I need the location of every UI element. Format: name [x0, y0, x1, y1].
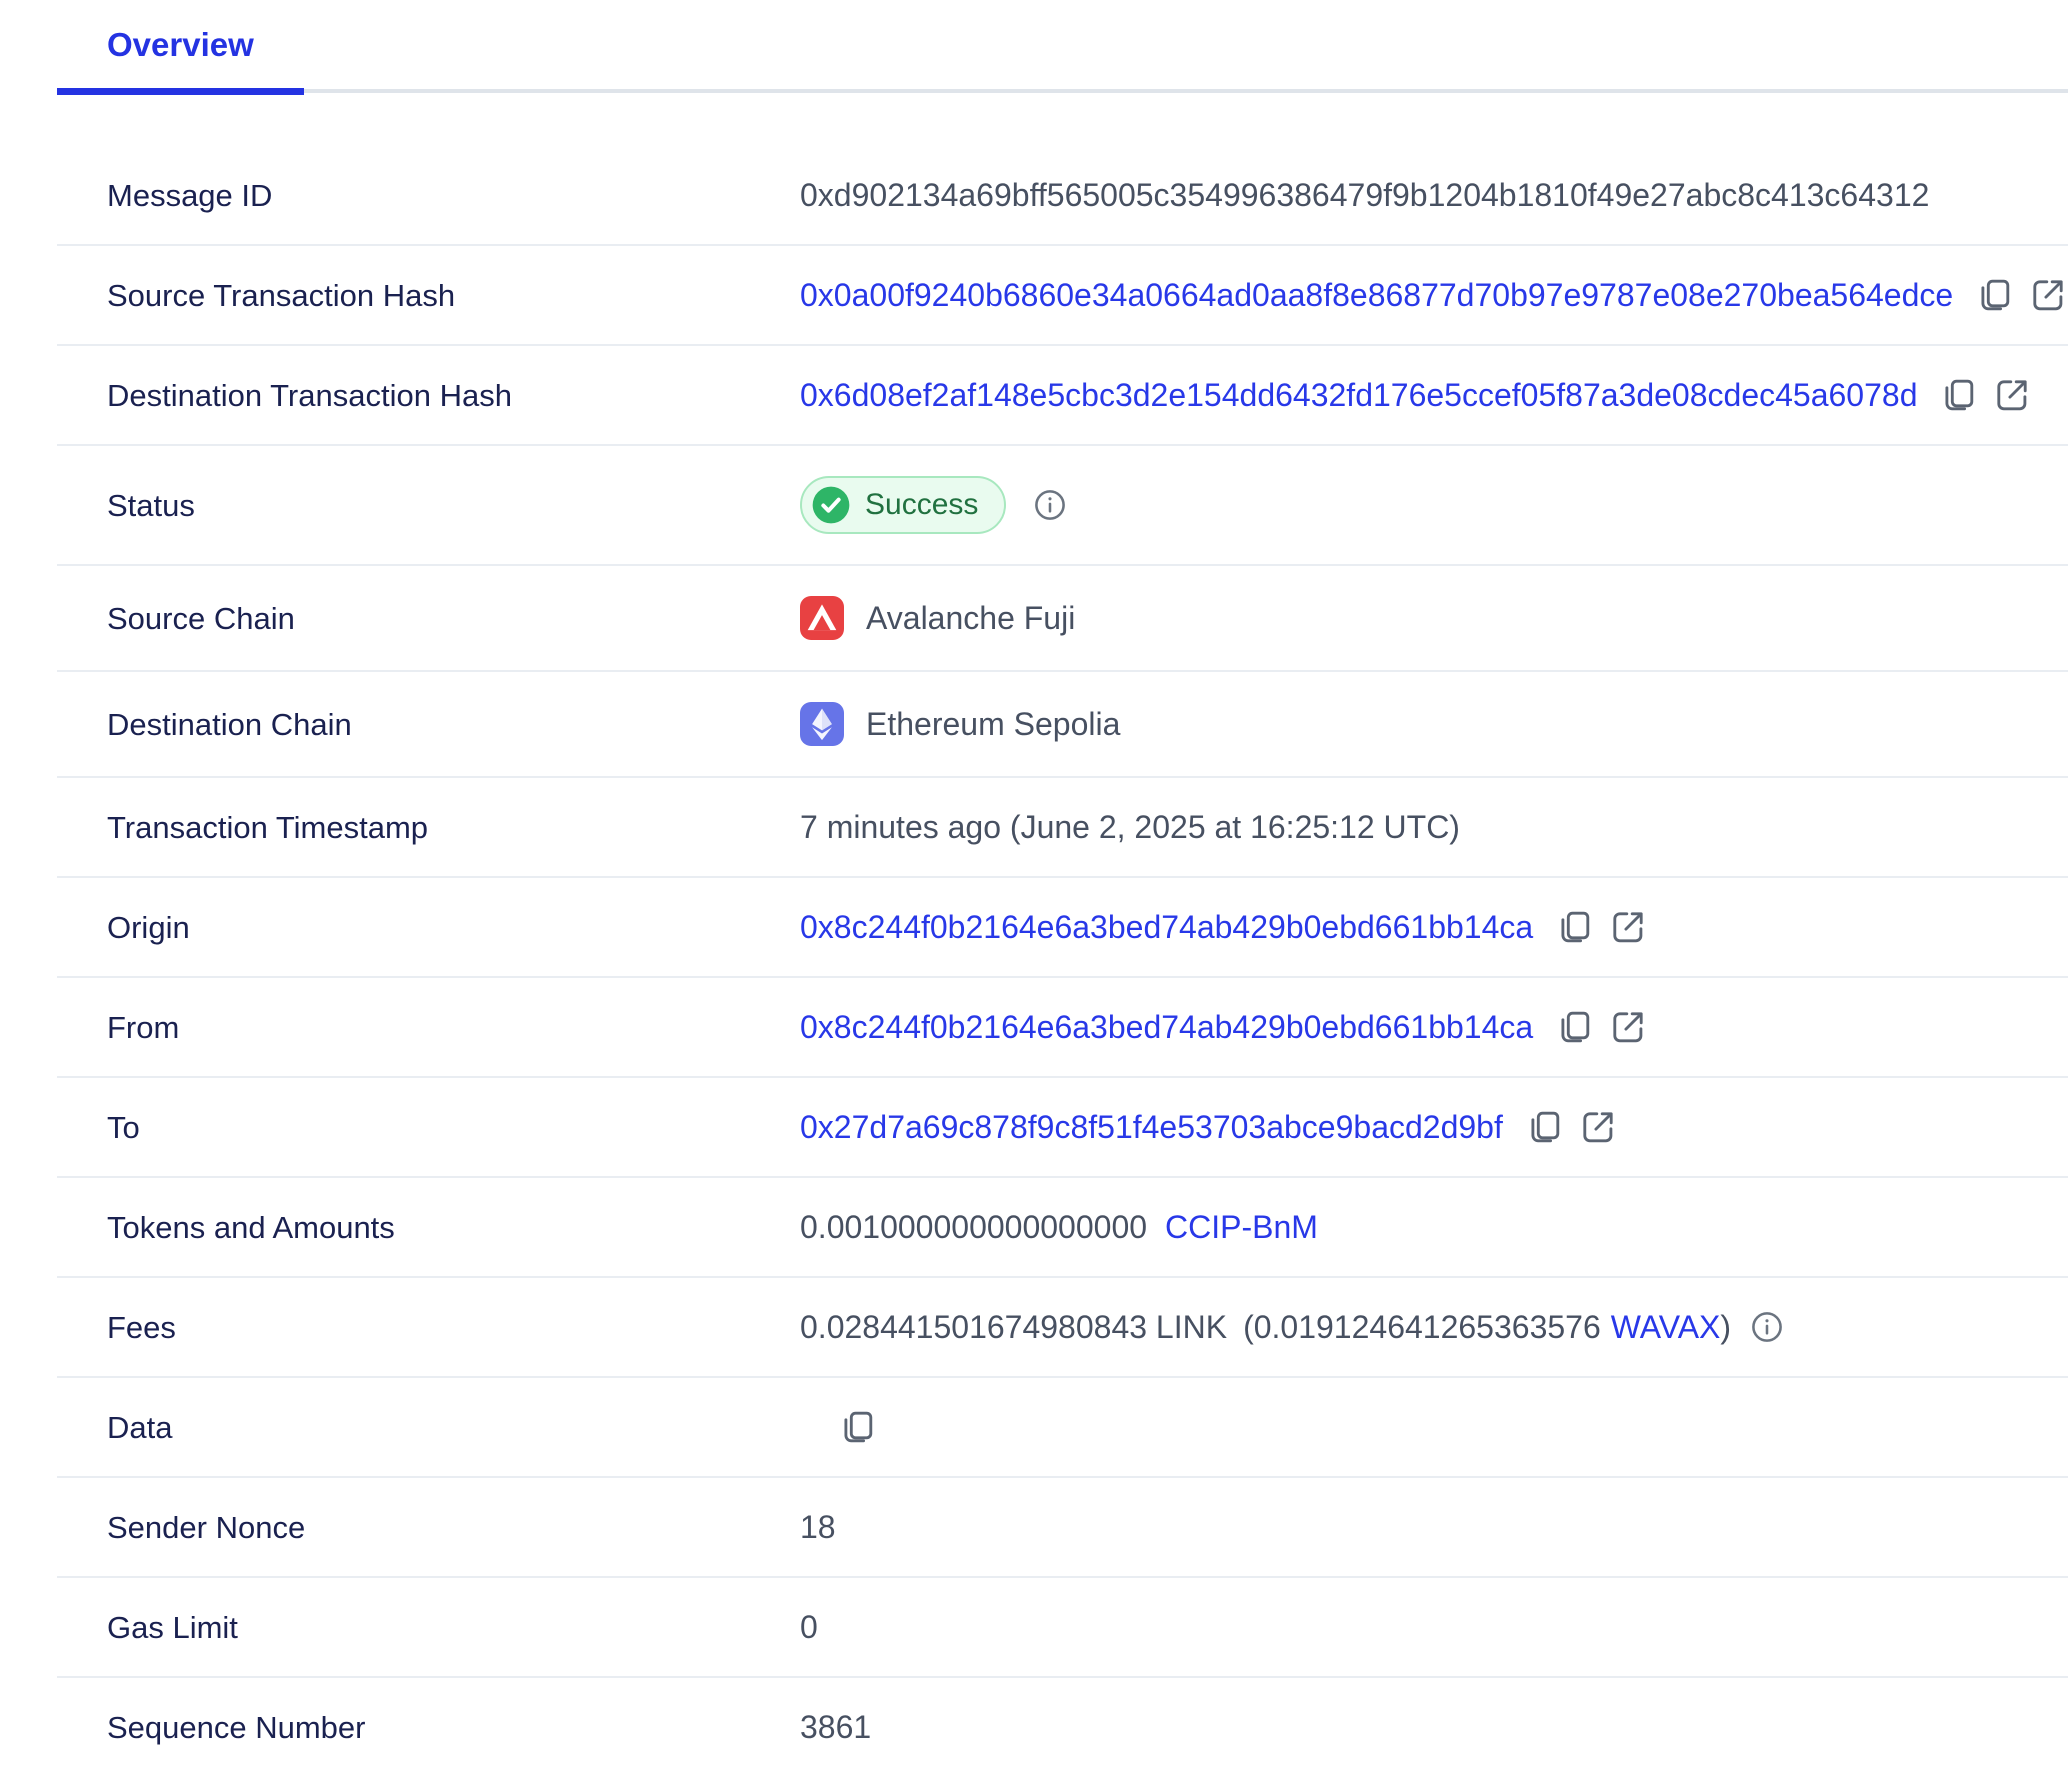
- destination-chain-name: Ethereum Sepolia: [866, 705, 1120, 743]
- check-circle-icon: [811, 485, 851, 525]
- origin-address-link[interactable]: 0x8c244f0b2164e6a3bed74ab429b0ebd661bb14…: [800, 908, 1533, 946]
- copy-icon[interactable]: [1555, 908, 1593, 946]
- status-badge: Success: [800, 476, 1006, 534]
- source-chain-name: Avalanche Fuji: [866, 599, 1075, 637]
- row-label: Gas Limit: [57, 1609, 800, 1646]
- avalanche-icon: [800, 596, 844, 640]
- from-address-link[interactable]: 0x8c244f0b2164e6a3bed74ab429b0ebd661bb14…: [800, 1008, 1533, 1046]
- row-source-chain: Source Chain Avalanche Fuji: [57, 566, 2068, 672]
- copy-icon[interactable]: [1975, 276, 2013, 314]
- row-destination-tx-hash: Destination Transaction Hash 0x6d08ef2af…: [57, 346, 2068, 446]
- copy-icon[interactable]: [1555, 1008, 1593, 1046]
- row-fees: Fees 0.028441501674980843 LINK (0.019124…: [57, 1278, 2068, 1378]
- to-address-link[interactable]: 0x27d7a69c878f9c8f51f4e53703abce9bacd2d9…: [800, 1108, 1503, 1146]
- status-text: Success: [865, 485, 978, 525]
- row-label: Fees: [57, 1309, 800, 1346]
- row-label: Source Chain: [57, 600, 800, 637]
- transaction-timestamp-value: 7 minutes ago (June 2, 2025 at 16:25:12 …: [800, 808, 2068, 846]
- external-link-icon[interactable]: [1609, 908, 1647, 946]
- overview-detail-table: Message ID 0xd902134a69bff565005c3549963…: [57, 146, 2068, 1770]
- row-label: Tokens and Amounts: [57, 1209, 800, 1246]
- copy-icon[interactable]: [1939, 376, 1977, 414]
- tab-overview[interactable]: Overview: [57, 26, 304, 95]
- row-label: Destination Chain: [57, 706, 800, 743]
- token-amount: 0.001000000000000000: [800, 1208, 1147, 1246]
- row-label: Sequence Number: [57, 1709, 800, 1746]
- gas-limit-value: 0: [800, 1608, 2068, 1646]
- row-status: Status Success: [57, 446, 2068, 566]
- row-tokens-and-amounts: Tokens and Amounts 0.001000000000000000 …: [57, 1178, 2068, 1278]
- info-icon[interactable]: [1749, 1309, 1785, 1345]
- message-id-value: 0xd902134a69bff565005c354996386479f9b120…: [800, 176, 2068, 214]
- external-link-icon[interactable]: [2029, 276, 2067, 314]
- ethereum-icon: [800, 702, 844, 746]
- fee-token-link[interactable]: WAVAX: [1611, 1308, 1721, 1346]
- row-message-id: Message ID 0xd902134a69bff565005c3549963…: [57, 146, 2068, 246]
- row-label: Status: [57, 487, 800, 524]
- row-sender-nonce: Sender Nonce 18: [57, 1478, 2068, 1578]
- fee-converted-amount: (0.019124641265363576: [1243, 1308, 1601, 1346]
- row-source-tx-hash: Source Transaction Hash 0x0a00f9240b6860…: [57, 246, 2068, 346]
- row-label: From: [57, 1009, 800, 1046]
- external-link-icon[interactable]: [1993, 376, 2031, 414]
- sequence-number-value: 3861: [800, 1708, 2068, 1746]
- row-label: Destination Transaction Hash: [57, 377, 800, 414]
- copy-icon[interactable]: [838, 1408, 876, 1446]
- row-data: Data: [57, 1378, 2068, 1478]
- row-label: Sender Nonce: [57, 1509, 800, 1546]
- token-symbol-link[interactable]: CCIP-BnM: [1165, 1208, 1318, 1246]
- row-label: Data: [57, 1409, 800, 1446]
- row-label: Transaction Timestamp: [57, 809, 800, 846]
- row-label: Origin: [57, 909, 800, 946]
- external-link-icon[interactable]: [1579, 1108, 1617, 1146]
- row-gas-limit: Gas Limit 0: [57, 1578, 2068, 1678]
- row-origin: Origin 0x8c244f0b2164e6a3bed74ab429b0ebd…: [57, 878, 2068, 978]
- row-sequence-number: Sequence Number 3861: [57, 1678, 2068, 1770]
- copy-icon[interactable]: [1525, 1108, 1563, 1146]
- info-icon[interactable]: [1032, 487, 1068, 523]
- fee-converted-close: ): [1720, 1308, 1731, 1346]
- row-label: To: [57, 1109, 800, 1146]
- row-destination-chain: Destination Chain Ethereum Sepolia: [57, 672, 2068, 778]
- row-label: Source Transaction Hash: [57, 277, 800, 314]
- row-from: From 0x8c244f0b2164e6a3bed74ab429b0ebd66…: [57, 978, 2068, 1078]
- transaction-details-page: Overview Message ID 0xd902134a69bff56500…: [0, 0, 2068, 1770]
- fee-amount-link: 0.028441501674980843 LINK: [800, 1308, 1227, 1346]
- row-to: To 0x27d7a69c878f9c8f51f4e53703abce9bacd…: [57, 1078, 2068, 1178]
- row-label: Message ID: [57, 177, 800, 214]
- row-transaction-timestamp: Transaction Timestamp 7 minutes ago (Jun…: [57, 778, 2068, 878]
- destination-tx-hash-link[interactable]: 0x6d08ef2af148e5cbc3d2e154dd6432fd176e5c…: [800, 376, 1917, 414]
- sender-nonce-value: 18: [800, 1508, 2068, 1546]
- source-tx-hash-link[interactable]: 0x0a00f9240b6860e34a0664ad0aa8f8e86877d7…: [800, 276, 1953, 314]
- external-link-icon[interactable]: [1609, 1008, 1647, 1046]
- tab-bar: Overview: [57, 0, 2068, 93]
